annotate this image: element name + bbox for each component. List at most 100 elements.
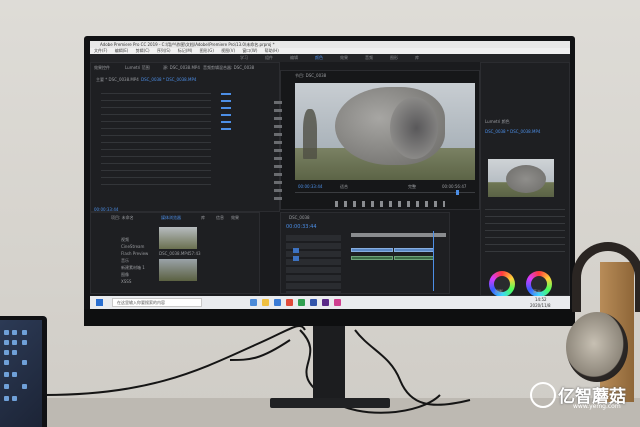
monitor-stand-base	[270, 398, 390, 408]
track-target-v1[interactable]	[293, 248, 299, 253]
video-clip-2[interactable]	[394, 248, 434, 252]
desktop-icon[interactable]	[22, 340, 27, 345]
folder-new-bin[interactable]: 新建素材箱 1	[121, 265, 145, 271]
tab-learn[interactable]: 学习	[240, 55, 248, 61]
menu-window[interactable]: 窗口(W)	[242, 48, 257, 53]
tab-audio-mixer[interactable]: 音频剪辑混合器: DSC_0038	[203, 65, 254, 71]
desktop-icon[interactable]	[12, 350, 17, 355]
desktop-icon[interactable]	[4, 340, 9, 345]
desktop-icon[interactable]	[22, 360, 27, 365]
folder-video[interactable]: 视频	[121, 237, 129, 243]
track-target-a1[interactable]	[293, 256, 299, 261]
desktop-icon[interactable]	[4, 350, 9, 355]
folder-flash-preview[interactable]: Flash Preview	[121, 251, 148, 256]
folder-cinestream[interactable]: CineStream	[121, 244, 144, 249]
app-title-bar: Adobe Premiere Pro CC 2019 - C:\用户\作图\文档…	[90, 41, 570, 48]
menu-clip[interactable]: 剪辑(C)	[136, 48, 150, 53]
laptop-screen	[0, 320, 42, 427]
tab-effects[interactable]: 效果	[340, 55, 348, 61]
desktop-icon[interactable]	[4, 384, 9, 389]
desktop-icon[interactable]	[4, 330, 9, 335]
edge-icon[interactable]	[250, 299, 257, 306]
program-video-frame	[295, 83, 475, 180]
tab-lumetri-scopes[interactable]: Lumetri 范围	[125, 65, 150, 71]
program-playhead[interactable]	[456, 190, 459, 195]
desktop-icon[interactable]	[4, 396, 9, 401]
wheel-label-highlights: 高光	[533, 289, 541, 294]
timeline-ruler[interactable]	[351, 233, 446, 237]
menu-help[interactable]: 帮助(H)	[265, 48, 279, 53]
menu-file[interactable]: 文件(F)	[94, 48, 107, 53]
program-fit-select[interactable]: 适合	[340, 184, 348, 190]
desktop-icon[interactable]	[22, 384, 27, 389]
program-duration: 00:00:56:47	[442, 184, 467, 189]
tab-info[interactable]: 信息	[216, 215, 224, 221]
desktop-icon[interactable]	[22, 330, 27, 335]
workspace-bar: 学习 组件 编辑 颜色 效果 音频 图形 库	[90, 54, 570, 62]
store-icon[interactable]	[274, 299, 281, 306]
effect-values[interactable]	[221, 93, 231, 133]
menu-graphics[interactable]: 图形(G)	[200, 48, 214, 53]
tab-color[interactable]: 颜色	[315, 55, 323, 61]
monitor-screen: Adobe Premiere Pro CC 2019 - C:\用户\作图\文档…	[90, 41, 570, 309]
transport-controls[interactable]	[335, 201, 445, 207]
menu-view[interactable]: 视图(V)	[221, 48, 235, 53]
desktop-icon[interactable]	[12, 340, 17, 345]
lumetri-preview-thumbnail	[488, 159, 554, 197]
video-clip-1[interactable]	[351, 248, 393, 252]
tab-media-browser[interactable]: 媒体浏览器	[161, 215, 181, 221]
desktop-icon[interactable]	[12, 396, 17, 401]
tab-audio[interactable]: 音频	[365, 55, 373, 61]
clock-date[interactable]: 2020/11/8	[530, 303, 551, 308]
timeline-playhead[interactable]	[433, 231, 434, 291]
watermark-url: www.yemg.com	[573, 403, 621, 410]
clip-thumbnail-2[interactable]	[159, 259, 197, 281]
audio-clip-1[interactable]	[351, 256, 393, 260]
desktop-icon[interactable]	[12, 372, 17, 377]
premiere-icon[interactable]	[322, 299, 329, 306]
track-headers[interactable]	[286, 235, 341, 293]
timeline-sequence-tab[interactable]: DSC_0038	[289, 215, 310, 220]
tab-libraries-2[interactable]: 库	[201, 215, 205, 221]
tab-assembly[interactable]: 组件	[265, 55, 273, 61]
desktop-icon[interactable]	[4, 372, 9, 377]
tab-effect-controls[interactable]: 效果控件	[94, 65, 110, 71]
folder-icon[interactable]	[262, 299, 269, 306]
lumetri-sliders[interactable]	[485, 203, 565, 258]
headphone-earcup	[566, 312, 628, 382]
tree	[303, 109, 317, 159]
menu-marker[interactable]: 标记(M)	[178, 48, 193, 53]
tab-project[interactable]: 项目: 未命名	[111, 215, 134, 221]
timeline-timecode[interactable]: 00:00:33:44	[286, 224, 317, 230]
program-label: 节目: DSC_0038	[295, 73, 327, 78]
program-timecode[interactable]: 00:00:33:44	[298, 184, 322, 189]
clip-thumbnail[interactable]	[159, 227, 197, 249]
start-icon[interactable]	[96, 299, 103, 306]
monitor-stand	[313, 326, 345, 406]
menu-sequence[interactable]: 序列(S)	[157, 48, 171, 53]
folder-images[interactable]: 图像	[121, 272, 129, 278]
folder-xsss[interactable]: XSSS	[121, 279, 131, 284]
side-tool-icons[interactable]	[274, 101, 282, 201]
app-icon-blue[interactable]	[310, 299, 317, 306]
audio-clip-2[interactable]	[394, 256, 434, 260]
app-icon-green[interactable]	[298, 299, 305, 306]
tab-graphics[interactable]: 图形	[390, 55, 398, 61]
taskbar-search-input[interactable]: 在这里输入你要搜索的内容	[112, 298, 202, 307]
desktop-icon[interactable]	[12, 330, 17, 335]
tab-libraries[interactable]: 库	[415, 55, 419, 61]
monitor-chin	[84, 309, 575, 326]
program-quality-select[interactable]: 完整	[408, 184, 416, 190]
lumetri-clip: DSC_0038 * DSC_0038.MP4	[485, 129, 541, 134]
program-scrub-bar[interactable]	[295, 192, 475, 193]
tab-source[interactable]: 源: DSC_0038.MP4	[163, 65, 200, 71]
desktop-icon[interactable]	[4, 360, 9, 365]
tab-editing[interactable]: 编辑	[290, 55, 298, 61]
app-icon-pink[interactable]	[334, 299, 341, 306]
pipe-opening	[390, 97, 438, 159]
folder-music[interactable]: 音乐	[121, 258, 129, 264]
menu-edit[interactable]: 编辑(E)	[115, 48, 129, 53]
app-icon-red[interactable]	[286, 299, 293, 306]
tab-effects-2[interactable]: 效果	[231, 215, 239, 221]
clock-time[interactable]: 14:52	[535, 297, 547, 302]
